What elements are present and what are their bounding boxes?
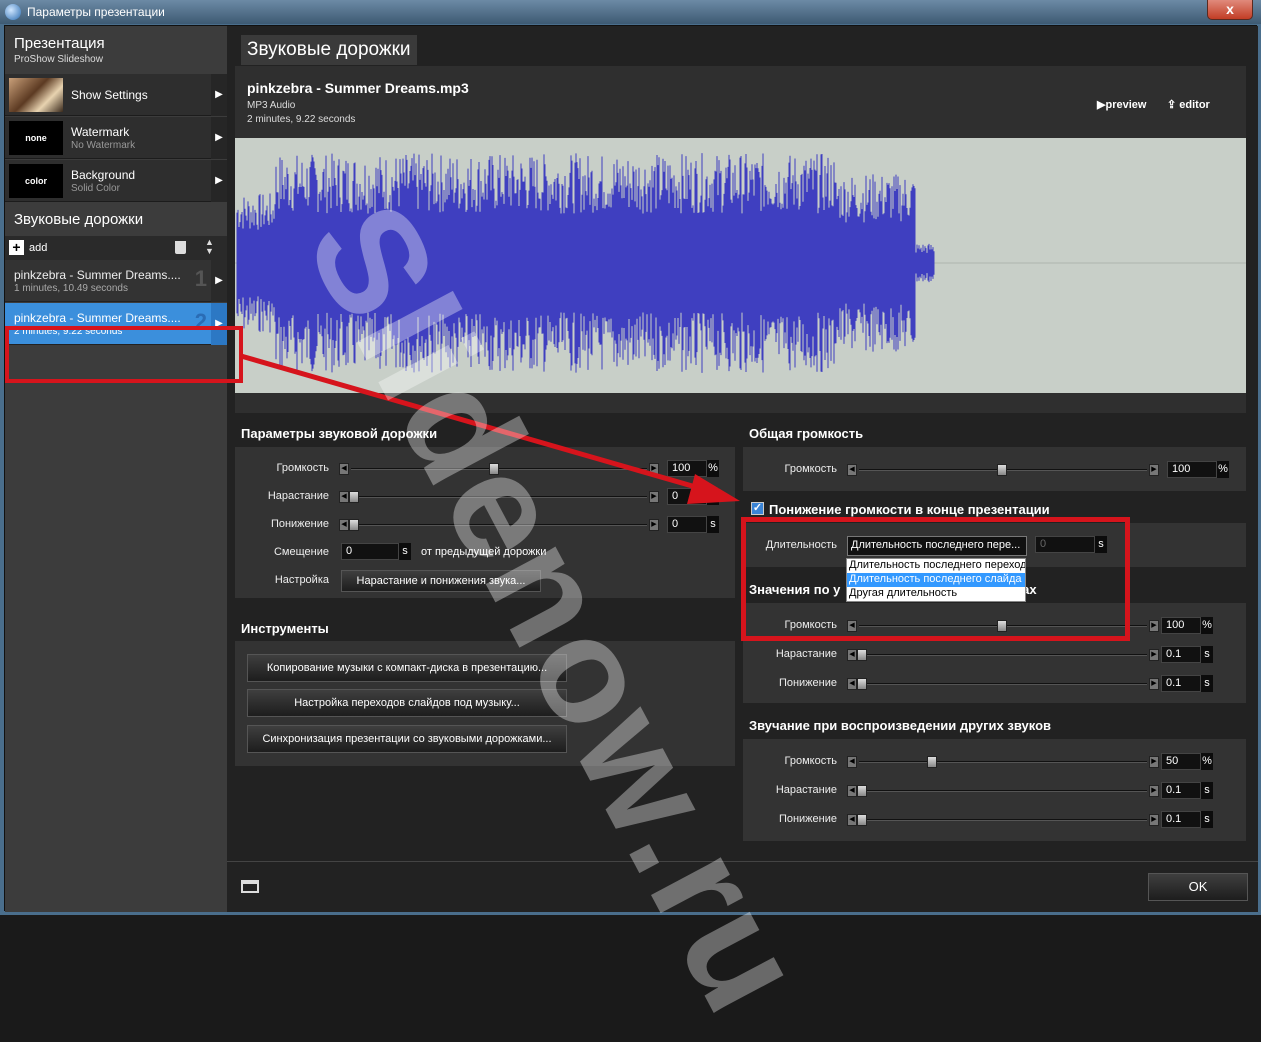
window-title: Параметры презентации xyxy=(27,5,165,19)
title-bar: Параметры презентации x xyxy=(0,0,1261,24)
dialog-client: Презентация ProShow Slideshow Show Setti… xyxy=(4,25,1258,1040)
close-button[interactable]: x xyxy=(1207,0,1253,20)
window: Параметры презентации x Презентация ProS… xyxy=(0,0,1261,1040)
app-icon xyxy=(5,4,21,20)
